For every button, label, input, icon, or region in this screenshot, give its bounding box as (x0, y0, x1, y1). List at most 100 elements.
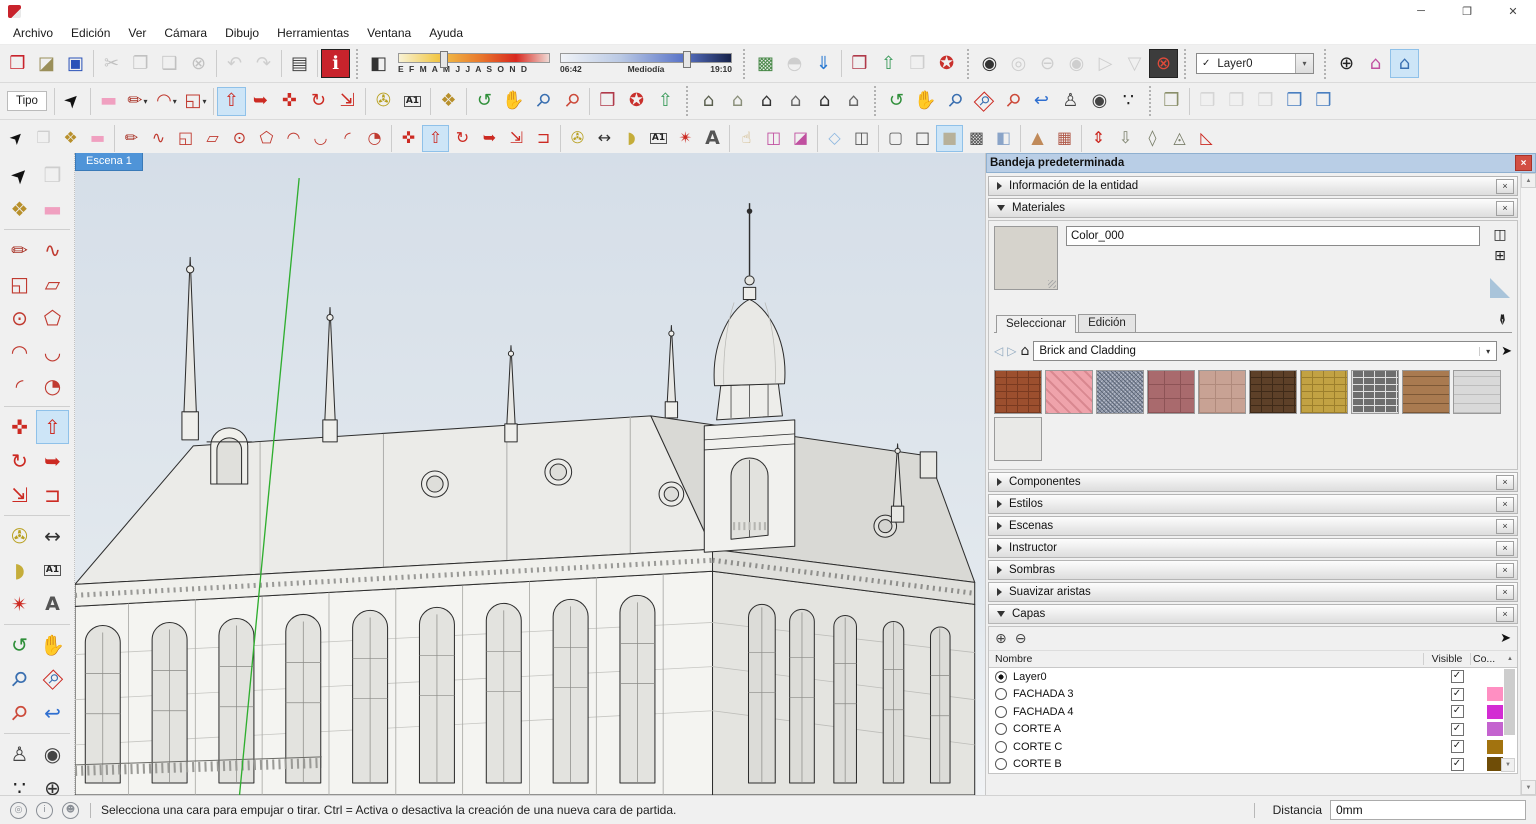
erase-delete-button[interactable]: ⊗ (184, 49, 213, 78)
add-location-button[interactable]: ▩ (751, 49, 780, 78)
share-model-button[interactable]: ⇧ (651, 87, 680, 116)
dimensions-button[interactable]: ↔ (591, 125, 618, 152)
paint-bucket-button[interactable]: ❖ (3, 192, 36, 226)
rectangle-button[interactable]: ◱▾ (181, 87, 210, 116)
paint-bucket-button[interactable]: ❖ (57, 125, 84, 152)
dropdown-arrow-icon[interactable]: ▾ (1479, 347, 1496, 356)
section-header-components[interactable]: Componentes × (988, 472, 1518, 492)
layer-row[interactable]: Layer0✓ (989, 668, 1517, 686)
polygon-button[interactable]: ⬠ (253, 125, 280, 152)
layer-visible-checkbox[interactable]: ✓ (1451, 670, 1464, 683)
freehand-button[interactable]: ∿ (36, 233, 69, 267)
section-header-scenes[interactable]: Escenas × (988, 516, 1518, 536)
tape-measure-button[interactable]: ✇ (564, 125, 591, 152)
from-scratch-button[interactable]: ▦ (1051, 125, 1078, 152)
menu-camara[interactable]: Cámara (155, 26, 216, 40)
from-contours-button[interactable]: ▲ (1024, 125, 1051, 152)
layer-color-chip[interactable] (1487, 740, 1503, 754)
section-close-button[interactable]: × (1496, 585, 1514, 600)
section-header-instructor[interactable]: Instructor × (988, 538, 1518, 558)
undo-button[interactable]: ↶ (220, 49, 249, 78)
material-swatch-pink-paver-weave[interactable] (1045, 370, 1093, 414)
pie-button[interactable]: ◔ (361, 125, 388, 152)
collection-dropdown[interactable]: Brick and Cladding ▾ (1033, 341, 1497, 361)
scale-button[interactable]: ⇲ (333, 87, 362, 116)
section-close-button[interactable]: × (1496, 519, 1514, 534)
geolocation-status-icon[interactable]: ◎ (10, 802, 27, 819)
copy-button[interactable]: ❐ (126, 49, 155, 78)
forward-arrow-button[interactable]: ▷ (1007, 345, 1016, 357)
select-button[interactable]: ➤ (3, 158, 36, 192)
layer-color-chip[interactable] (1487, 705, 1503, 719)
extension-warehouse-button[interactable]: ✪ (622, 87, 651, 116)
dimensions-button[interactable]: ↔ (36, 519, 69, 553)
toggle-terrain-button[interactable]: ◓ (780, 49, 809, 78)
style-xray-button[interactable]: ◇ (821, 125, 848, 152)
follow-me-button[interactable]: ➥ (246, 87, 275, 116)
act-look-through-button[interactable]: ◎ (1004, 49, 1033, 78)
layer-color-chip[interactable] (1487, 687, 1503, 701)
get-models-button[interactable]: ❒ (845, 49, 874, 78)
tab-scene-1[interactable]: Escena 1 (75, 153, 143, 171)
section-close-button[interactable]: × (1496, 475, 1514, 490)
menu-ayuda[interactable]: Ayuda (420, 26, 472, 40)
protractor-button[interactable]: ◗ (618, 125, 645, 152)
section-close-button[interactable]: × (1496, 607, 1514, 622)
style-hidden-line-button[interactable]: □ (909, 125, 936, 152)
display-secondary-pane-button[interactable]: ◫ (1493, 228, 1506, 242)
model-building[interactable] (75, 153, 985, 795)
shadow-date-slider[interactable]: E F M A M J J A S O N D (398, 53, 550, 74)
layer-row[interactable]: CORTE B✓ (989, 756, 1517, 774)
view-left-button[interactable]: ⌂ (839, 87, 868, 116)
section-header-shadows[interactable]: Sombras × (988, 560, 1518, 580)
section-header-styles[interactable]: Estilos × (988, 494, 1518, 514)
shadow-time-slider[interactable]: 06:42Mediodía19:10 (560, 53, 732, 74)
flip-edge-button[interactable]: ◺ (1193, 125, 1220, 152)
protractor-button[interactable]: ◗ (3, 553, 36, 587)
push-pull-button[interactable]: ⇧ (217, 87, 246, 116)
menu-herramientas[interactable]: Herramientas (268, 26, 358, 40)
home-button[interactable]: ⌂ (1020, 344, 1029, 358)
material-swatch-red-brick[interactable] (994, 370, 1042, 414)
style-shaded-button[interactable]: ■ (936, 125, 963, 152)
line-button[interactable]: ✏▾ (123, 87, 152, 116)
offset-button[interactable]: ⊐ (36, 478, 69, 512)
redo-button[interactable]: ↷ (249, 49, 278, 78)
tray-scroll-up-icon[interactable]: ▲ (1521, 173, 1536, 188)
arc-button[interactable]: ◠ (3, 335, 36, 369)
select-button[interactable]: ➤ (3, 125, 30, 152)
time-slider-thumb[interactable] (683, 51, 691, 68)
orbit-button[interactable]: ↺ (882, 87, 911, 116)
line-button[interactable]: ✏ (3, 233, 36, 267)
line-dropdown-caret[interactable]: ▾ (143, 97, 147, 106)
walk-button[interactable]: ∵ (1114, 87, 1143, 116)
offset-button[interactable]: ⊐ (530, 125, 557, 152)
save-model-button[interactable]: ▣ (61, 49, 90, 78)
stamp-button[interactable]: ⇩ (1112, 125, 1139, 152)
shadows-toggle-button[interactable]: ◧ (364, 49, 393, 78)
date-slider-thumb[interactable] (440, 51, 448, 68)
drape-button[interactable]: ◊ (1139, 125, 1166, 152)
remove-layer-button[interactable]: ⊖ (1015, 631, 1027, 647)
layer-radio[interactable] (995, 723, 1007, 735)
time-slider-track[interactable] (560, 53, 732, 63)
tape-measure-button[interactable]: ✇ (3, 519, 36, 553)
account-status-icon[interactable]: ☻ (62, 802, 79, 819)
two-point-arc-button[interactable]: ◡ (307, 125, 334, 152)
layer-row[interactable]: CORTE A✓ (989, 721, 1517, 739)
three-point-arc-button[interactable]: ◜ (334, 125, 361, 152)
solid-split-button[interactable]: ❒ (1309, 87, 1338, 116)
extension-warehouse-button[interactable]: ✪ (932, 49, 961, 78)
layer-color-chip[interactable] (1487, 722, 1503, 736)
move-button[interactable]: ✜ (3, 410, 36, 444)
section-header-soften-edges[interactable]: Suavizar aristas × (988, 582, 1518, 602)
material-swatch-brown-siding[interactable] (1402, 370, 1450, 414)
arc-button[interactable]: ◠▾ (152, 87, 181, 116)
restore-button[interactable]: ❐ (1444, 0, 1490, 22)
pan-button[interactable]: ✋ (499, 87, 528, 116)
menu-ventana[interactable]: Ventana (358, 26, 420, 40)
act-create-camera-button[interactable]: ◉ (975, 49, 1004, 78)
scale-button[interactable]: ⇲ (3, 478, 36, 512)
display-section-cuts-button[interactable]: ⌂ (1390, 49, 1419, 78)
layers-scroll-up-icon[interactable]: ▲ (1503, 656, 1517, 662)
